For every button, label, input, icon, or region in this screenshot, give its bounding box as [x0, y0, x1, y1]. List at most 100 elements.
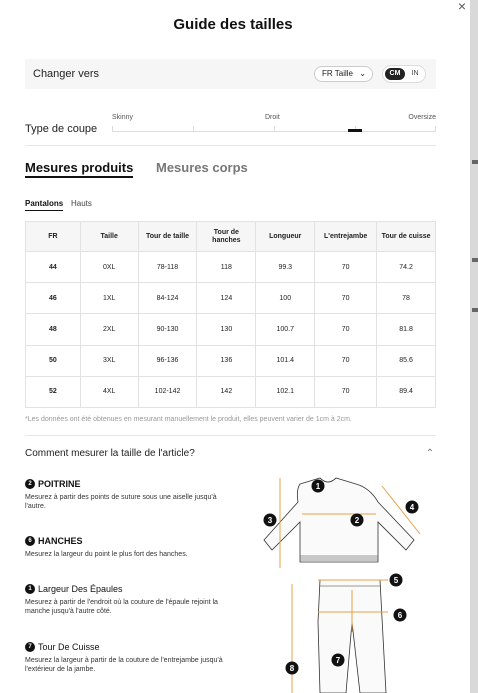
table-cell: 85.6	[376, 344, 436, 377]
table-cell: 44	[25, 250, 81, 284]
table-row: 52 4XL 102-142 142 102.1 70 89.4	[25, 375, 436, 408]
how-to-measure-title[interactable]: Comment mesurer la taille de l'article?	[25, 448, 195, 459]
table-cell: 4XL	[79, 375, 139, 408]
table-cell: 50	[25, 344, 81, 377]
marker-3-label: 3	[268, 516, 273, 525]
col-header-inseam: L'entrejambe	[314, 221, 378, 252]
table-cell: 84-124	[137, 282, 198, 315]
table-cell: 70	[314, 344, 378, 377]
marker-6-label: 6	[398, 611, 403, 620]
col-header-size: Taille	[79, 221, 139, 252]
subtab-pants[interactable]: Pantalons	[25, 199, 64, 211]
fit-tick	[193, 126, 194, 131]
table-cell: 3XL	[79, 344, 139, 377]
marker-8-label: 8	[290, 664, 295, 673]
measure-number: 7	[25, 642, 35, 652]
marker-1-label: 1	[316, 482, 321, 491]
col-header-fr: FR	[25, 221, 81, 252]
table-cell: 1XL	[79, 282, 139, 315]
modal-title: Guide des tailles	[173, 16, 293, 33]
table-cell: 78	[376, 282, 436, 315]
tab-product-measurements[interactable]: Mesures produits	[25, 160, 134, 178]
table-cell: 90-130	[137, 313, 198, 346]
table-cell: 118	[196, 250, 257, 284]
marker-7-label: 7	[336, 656, 341, 665]
measure-number: 6	[25, 536, 35, 546]
table-cell: 78-118	[137, 250, 198, 284]
table-cell: 100	[255, 282, 316, 315]
size-region-value: FR Taille	[322, 69, 353, 78]
convert-label: Changer vers	[33, 68, 100, 80]
measurement-note: *Les données ont été obtenues en mesuran…	[25, 416, 352, 423]
measure-name: Tour De Cuisse	[38, 642, 100, 652]
table-cell: 102.1	[255, 375, 316, 408]
table-cell: 70	[314, 375, 378, 408]
unit-cm-button[interactable]: CM	[385, 68, 405, 80]
chevron-down-icon: ⌄	[359, 69, 366, 78]
divider	[25, 145, 436, 146]
fit-marker	[348, 129, 362, 132]
fit-scale-skinny: Skinny	[112, 114, 134, 121]
table-cell: 70	[314, 282, 378, 315]
close-icon[interactable]: ×	[455, 0, 469, 14]
table-row: 48 2XL 90-130 130 100.7 70 81.8	[25, 313, 436, 346]
marker-4-label: 4	[410, 503, 415, 512]
table-cell: 2XL	[79, 313, 139, 346]
table-cell: 124	[196, 282, 257, 315]
fit-tick	[274, 126, 275, 131]
divider	[25, 435, 436, 436]
marker-5-label: 5	[394, 576, 399, 585]
table-cell: 96-136	[137, 344, 198, 377]
table-cell: 70	[314, 313, 378, 346]
table-cell: 101.4	[255, 344, 316, 377]
table-cell: 46	[25, 282, 81, 315]
measure-name: Largeur Des Épaules	[38, 584, 123, 594]
measure-hips: 6 HANCHES Mesurez la largeur du point le …	[25, 536, 235, 559]
size-region-select[interactable]: FR Taille ⌄	[314, 66, 373, 82]
table-cell: 70	[314, 250, 378, 284]
measure-number: 2	[25, 479, 35, 489]
measurement-diagram: 1 2 3 4 5 6 7 8	[263, 477, 421, 693]
col-header-hips: Tour de hanches	[196, 221, 257, 252]
measure-desc: Mesurez la largeur du point le plus fort…	[25, 551, 188, 558]
table-cell: 89.4	[376, 375, 436, 408]
measure-thigh: 7 Tour De Cuisse Mesurez la largeur à par…	[25, 642, 235, 674]
sweater-illustration	[263, 477, 421, 568]
marker-2-label: 2	[355, 516, 360, 525]
fit-type-label: Type de coupe	[25, 123, 98, 135]
convert-bar: Changer vers FR Taille ⌄ CM IN	[25, 59, 436, 89]
table-cell: 142	[196, 375, 257, 408]
fit-scale: Skinny Droit Oversize	[112, 114, 436, 136]
background-mark	[472, 308, 478, 312]
tab-body-measurements[interactable]: Mesures corps	[156, 160, 248, 175]
unit-in-button[interactable]: IN	[407, 68, 423, 80]
size-guide-modal: × Guide des tailles Changer vers FR Tail…	[0, 0, 470, 693]
table-row: 50 3XL 96-136 136 101.4 70 85.6	[25, 344, 436, 377]
measure-desc: Mesurez à partir des points de suture so…	[25, 494, 217, 510]
table-cell: 99.3	[255, 250, 316, 284]
measure-desc: Mesurez la largeur à partir de la coutur…	[25, 657, 223, 673]
table-cell: 0XL	[79, 250, 139, 284]
size-table: FR Taille Tour de taille Tour de hanches…	[25, 221, 436, 408]
table-row: 44 0XL 78-118 118 99.3 70 74.2	[25, 250, 436, 284]
table-cell: 81.8	[376, 313, 436, 346]
fit-scale-oversize: Oversize	[408, 114, 436, 121]
table-cell: 48	[25, 313, 81, 346]
measure-shoulders: 1 Largeur Des Épaules Mesurez à partir de…	[25, 584, 235, 616]
table-cell: 130	[196, 313, 257, 346]
table-cell: 136	[196, 344, 257, 377]
unit-toggle: CM IN	[382, 65, 426, 83]
table-cell: 100.7	[255, 313, 316, 346]
background-mark	[472, 258, 478, 262]
measure-name: HANCHES	[38, 536, 83, 546]
measure-number: 1	[25, 584, 35, 594]
background-page-strip	[470, 0, 478, 693]
chevron-up-icon[interactable]: ⌃	[424, 448, 436, 460]
table-cell: 102-142	[137, 375, 198, 408]
subtab-tops[interactable]: Hauts	[71, 199, 92, 208]
fit-scale-straight: Droit	[265, 114, 280, 121]
measure-name: POITRINE	[38, 479, 81, 489]
measure-chest: 2 POITRINE Mesurez à partir des points de…	[25, 479, 235, 511]
fit-track	[112, 131, 436, 132]
table-cell: 52	[25, 375, 81, 408]
